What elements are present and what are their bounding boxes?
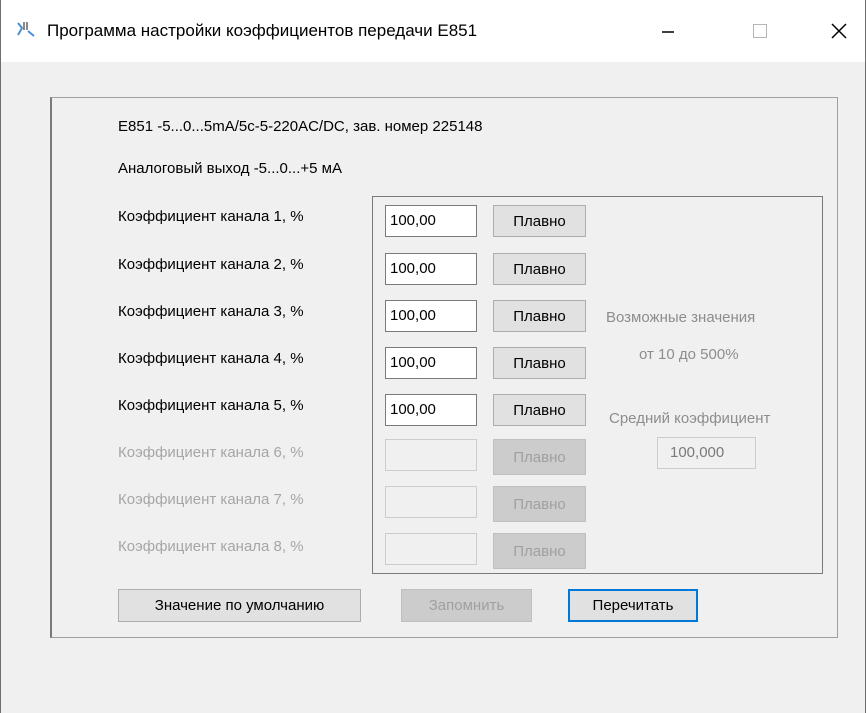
- channel-2-label: Коэффициент канала 2, %: [118, 256, 304, 273]
- reread-button[interactable]: Перечитать: [568, 589, 698, 622]
- channel-1-input[interactable]: 100,00: [385, 205, 477, 237]
- channel-2-input[interactable]: 100,00: [385, 253, 477, 285]
- channel-7-smooth-button[interactable]: Плавно: [493, 486, 586, 522]
- avg-coefficient-field: 100,000: [657, 437, 756, 469]
- save-button[interactable]: Запомнить: [401, 589, 532, 622]
- channel-3-input[interactable]: 100,00: [385, 300, 477, 332]
- channel-6-label: Коэффициент канала 6, %: [118, 444, 304, 461]
- range-hint-line2: от 10 до 500%: [639, 346, 739, 363]
- output-info: Аналоговый выход -5...0...+5 мА: [118, 160, 342, 177]
- app-window: Программа настройки коэффициентов переда…: [0, 0, 866, 713]
- maximize-icon[interactable]: [732, 0, 788, 62]
- channel-5-input[interactable]: 100,00: [385, 394, 477, 426]
- channel-4-label: Коэффициент канала 4, %: [118, 350, 304, 367]
- window-title: Программа настройки коэффициентов переда…: [47, 21, 478, 40]
- channel-7-label: Коэффициент канала 7, %: [118, 491, 304, 508]
- channel-3-label: Коэффициент канала 3, %: [118, 303, 304, 320]
- range-hint-line1: Возможные значения: [606, 309, 756, 326]
- minimize-icon[interactable]: [640, 0, 696, 62]
- app-icon: [17, 22, 35, 37]
- channel-8-label: Коэффициент канала 8, %: [118, 538, 304, 555]
- channel-8-input[interactable]: [385, 533, 477, 565]
- close-icon[interactable]: [811, 0, 867, 62]
- default-value-button[interactable]: Значение по умолчанию: [118, 589, 361, 622]
- channel-7-input[interactable]: [385, 486, 477, 518]
- channel-5-smooth-button[interactable]: Плавно: [493, 394, 586, 426]
- channel-6-smooth-button[interactable]: Плавно: [493, 439, 586, 475]
- channel-4-input[interactable]: 100,00: [385, 347, 477, 379]
- channel-1-smooth-button[interactable]: Плавно: [493, 205, 586, 237]
- channel-3-smooth-button[interactable]: Плавно: [493, 300, 586, 332]
- channel-6-input[interactable]: [385, 439, 477, 471]
- channel-4-smooth-button[interactable]: Плавно: [493, 347, 586, 379]
- avg-coefficient-label: Средний коэффициент: [609, 410, 771, 427]
- channel-2-smooth-button[interactable]: Плавно: [493, 253, 586, 285]
- channel-8-smooth-button[interactable]: Плавно: [493, 533, 586, 569]
- device-info: Е851 -5...0...5mA/5c-5-220AC/DC, зав. но…: [118, 118, 483, 135]
- channel-1-label: Коэффициент канала 1, %: [118, 208, 304, 225]
- channel-5-label: Коэффициент канала 5, %: [118, 397, 304, 414]
- title-bar[interactable]: Программа настройки коэффициентов переда…: [1, 0, 865, 62]
